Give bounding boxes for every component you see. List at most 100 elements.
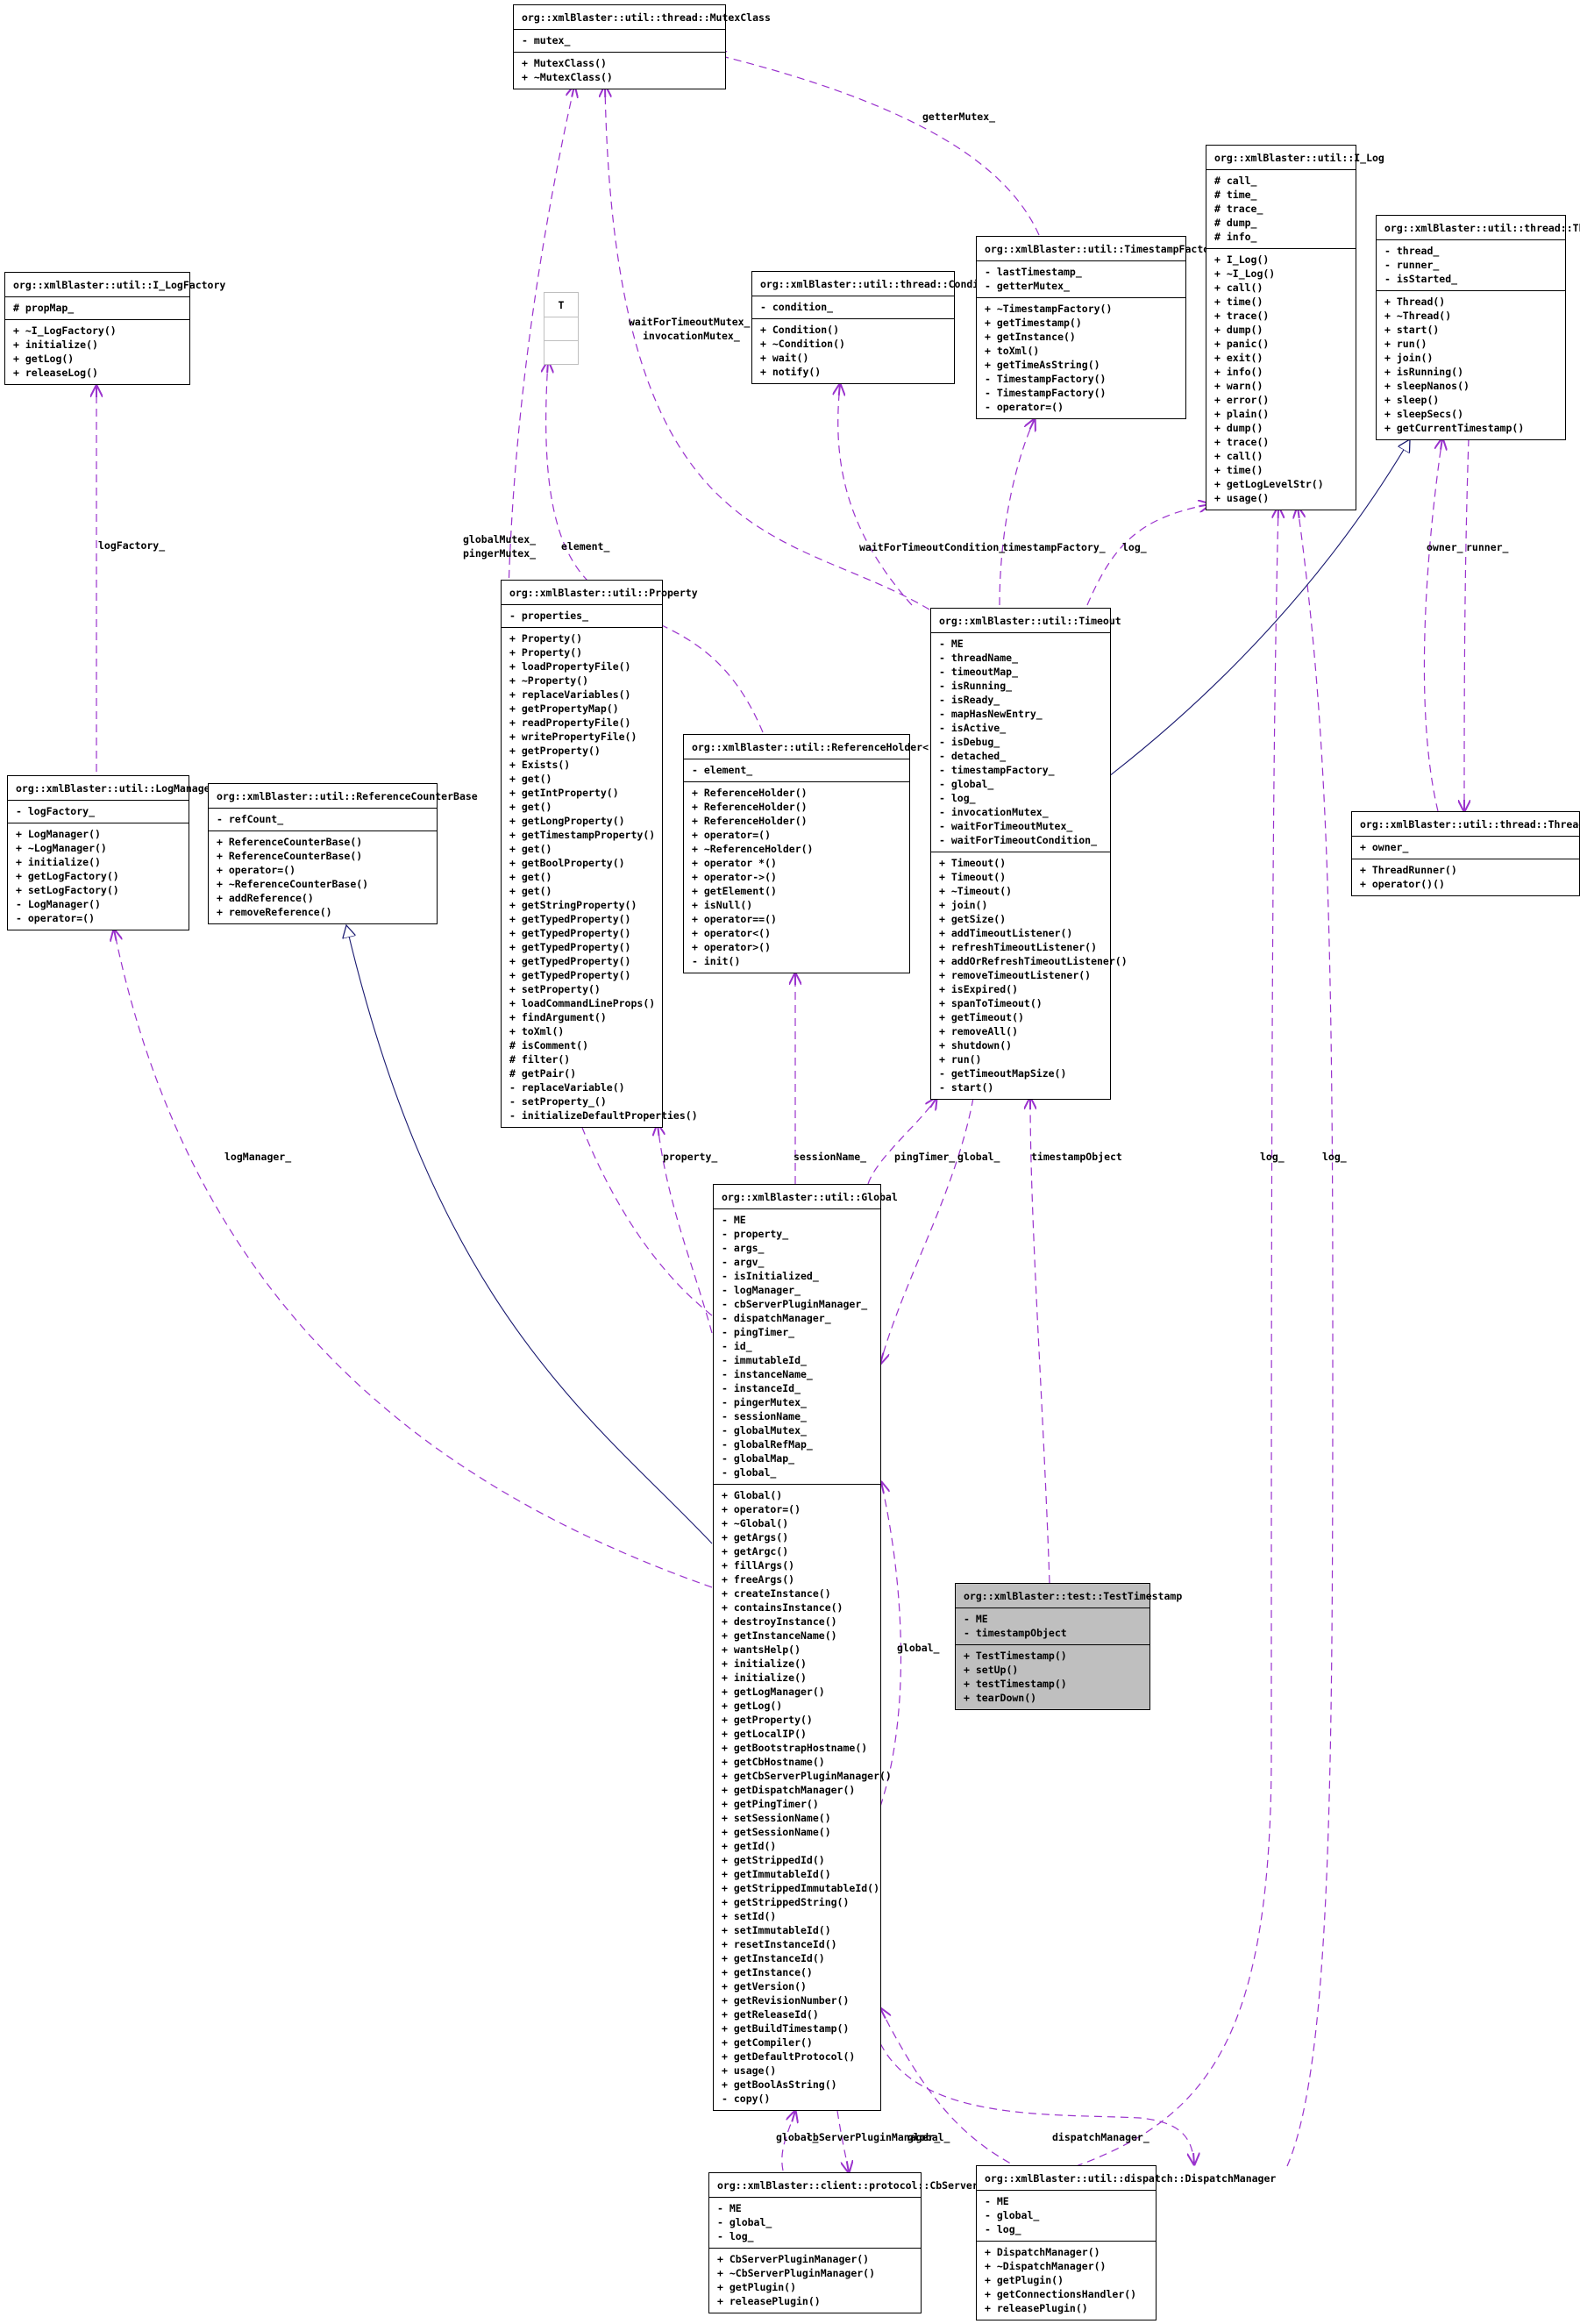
class-i-log[interactable]: org::xmlBlaster::util::I_Log # call_ # ti… — [1206, 145, 1384, 510]
class-member: - isStarted_ — [1384, 273, 1458, 285]
class-member: + run() — [939, 1053, 982, 1066]
class-member: + getTypedProperty() — [509, 927, 631, 939]
class-member: + getVersion() — [722, 1980, 807, 1993]
class-member: + Global() — [722, 1489, 783, 1501]
class-member: + getArgs() — [722, 1531, 789, 1543]
class-member: + operator>() — [692, 941, 772, 953]
class-member: + getPlugin() — [985, 2274, 1064, 2286]
class-attributes: - refCount_ — [209, 809, 437, 831]
class-template-t[interactable]: T — [544, 292, 579, 365]
class-global[interactable]: org::xmlBlaster::util::Global - ME - prop… — [713, 1184, 898, 2111]
class-member: + initialize() — [13, 339, 98, 351]
class-member: - waitForTimeoutMutex_ — [939, 820, 1073, 832]
class-timeout[interactable]: org::xmlBlaster::util::Timeout - ME - thr… — [930, 608, 1128, 1100]
class-member: - thread_ — [1384, 245, 1440, 257]
class-member: - refCount_ — [217, 813, 284, 825]
class-member: + call() — [1214, 450, 1263, 462]
class-member: + get() — [509, 871, 552, 883]
edge-label-log-timeout: log_ — [1122, 541, 1147, 553]
class-reference-holder[interactable]: org::xmlBlaster::util::ReferenceHolder< … — [683, 734, 953, 973]
class-member: + ~Global() — [722, 1517, 789, 1529]
class-member: - id_ — [722, 1340, 752, 1352]
class-operations: + ~I_LogFactory() + initialize() + getLog(… — [5, 320, 189, 384]
class-mutex-class[interactable]: org::xmlBlaster::util::thread::MutexClas… — [513, 4, 771, 89]
class-member: + DispatchManager() — [985, 2246, 1100, 2258]
class-member: + setUp() — [964, 1664, 1019, 1676]
class-member: + getCbServerPluginManager() — [722, 1770, 892, 1782]
class-member: + ReferenceHolder() — [692, 801, 808, 813]
class-member: - cbServerPluginManager_ — [722, 1298, 868, 1310]
class-member: - isActive_ — [939, 722, 1007, 734]
class-property[interactable]: org::xmlBlaster::util::Property - proper… — [501, 580, 698, 1128]
class-operations: + Global() + operator=() + ~Global() + getA… — [714, 1485, 892, 2110]
edge-label-global-timeout: global_ — [957, 1151, 1000, 1163]
class-member: + get() — [509, 773, 552, 785]
class-member: - instanceName_ — [722, 1368, 813, 1380]
class-member: + getReleaseId() — [722, 2008, 819, 2021]
class-thread[interactable]: org::xmlBlaster::util::thread::Thread - … — [1376, 215, 1580, 440]
class-member: + getLog() — [722, 1700, 783, 1712]
edge-label-waitForTimeoutCondition: waitForTimeoutCondition_ — [859, 541, 1006, 553]
class-member: + getInstance() — [722, 1966, 813, 1978]
class-member: + operator=() — [692, 829, 772, 841]
class-member: + warn() — [1214, 380, 1263, 392]
class-member: - condition_ — [760, 301, 834, 313]
edge-label-pingTimer: pingTimer_ — [894, 1151, 956, 1163]
class-member: + getStringProperty() — [509, 899, 637, 911]
class-member: + call() — [1214, 282, 1263, 294]
class-member: - sessionName_ — [722, 1410, 807, 1422]
class-member: + plain() — [1214, 408, 1270, 420]
class-member: + loadCommandLineProps() — [509, 997, 656, 1009]
edge-label-pingerMutex: pingerMutex_ — [463, 547, 537, 560]
class-member: - timestampFactory_ — [939, 764, 1055, 776]
edge-dispatchManager — [879, 2042, 1194, 2164]
class-member: - timestampObject — [964, 1627, 1067, 1639]
edge-label-timestampObject: timestampObject — [1031, 1151, 1122, 1163]
class-member: + dump() — [1214, 422, 1263, 434]
class-operations: + MutexClass() + ~MutexClass() — [514, 53, 725, 89]
class-title: org::xmlBlaster::util::ReferenceCounterB… — [209, 784, 478, 809]
class-member: - threadName_ — [939, 652, 1019, 664]
class-dispatch-manager[interactable]: org::xmlBlaster::util::dispatch::Dispatc… — [976, 2165, 1276, 2320]
edge-timestampObject — [1030, 1098, 1050, 1584]
class-member: - globalRefMap_ — [722, 1438, 813, 1451]
class-member: + getDefaultProtocol() — [722, 2050, 856, 2063]
class-member: - setProperty_() — [509, 1095, 607, 1108]
class-title: org::xmlBlaster::util::Property — [502, 581, 698, 605]
class-member: + Property() — [509, 632, 583, 645]
class-member: # isComment() — [509, 1039, 589, 1052]
class-attributes: - ME - timestampObject — [956, 1608, 1149, 1645]
class-member: + operator=() — [722, 1503, 801, 1515]
class-log-manager[interactable]: org::xmlBlaster::util::LogManager - logF… — [7, 775, 216, 930]
class-member: - logFactory_ — [16, 805, 96, 817]
class-member: - ME — [939, 638, 964, 650]
class-member: + getCurrentTimestamp() — [1384, 422, 1525, 434]
edge-label-element: element_ — [561, 540, 610, 552]
class-member: + Thread() — [1384, 296, 1446, 308]
class-title: org::xmlBlaster::util::dispatch::Dispatc… — [977, 2166, 1276, 2191]
class-cb-server-plugin-manager[interactable]: org::xmlBlaster::client::protocol::CbSer… — [708, 2172, 1057, 2313]
class-member: + get() — [509, 843, 552, 855]
class-member: # time_ — [1214, 189, 1257, 201]
edge-label-owner: owner_ — [1427, 541, 1463, 553]
class-attributes: - ME - property_ - args_ - argv_ - isInitial… — [714, 1209, 880, 1485]
class-test-timestamp[interactable]: org::xmlBlaster::test::TestTimestamp - M… — [955, 1583, 1182, 1710]
class-member: + operator<() — [692, 927, 772, 939]
edge-log-timeout — [1086, 504, 1210, 606]
class-operations: + ThreadRunner() + operator()() — [1352, 859, 1579, 895]
class-thread-runner[interactable]: org::xmlBlaster::util::thread::ThreadRun… — [1351, 811, 1580, 896]
class-member: + getTimestamp() — [985, 317, 1082, 329]
class-condition[interactable]: org::xmlBlaster::util::thread::Condition… — [751, 271, 1003, 384]
class-member: - globalMap_ — [722, 1452, 795, 1465]
class-title: org::xmlBlaster::util::thread::Thread — [1377, 216, 1580, 240]
class-member: + time() — [1214, 296, 1263, 308]
class-member: - args_ — [722, 1242, 765, 1254]
class-reference-counter-base[interactable]: org::xmlBlaster::util::ReferenceCounterB… — [208, 783, 478, 924]
class-member: + I_Log() — [1214, 253, 1270, 266]
class-member: + ~TimestampFactory() — [985, 303, 1113, 315]
class-member: - getTimeoutMapSize() — [939, 1067, 1067, 1080]
class-member: - argv_ — [722, 1256, 765, 1268]
class-timestamp-factory[interactable]: org::xmlBlaster::util::TimestampFactory … — [976, 236, 1221, 419]
class-member: + ~I_Log() — [1214, 267, 1276, 280]
class-i-log-factory[interactable]: org::xmlBlaster::util::I_LogFactory # pr… — [4, 272, 225, 385]
